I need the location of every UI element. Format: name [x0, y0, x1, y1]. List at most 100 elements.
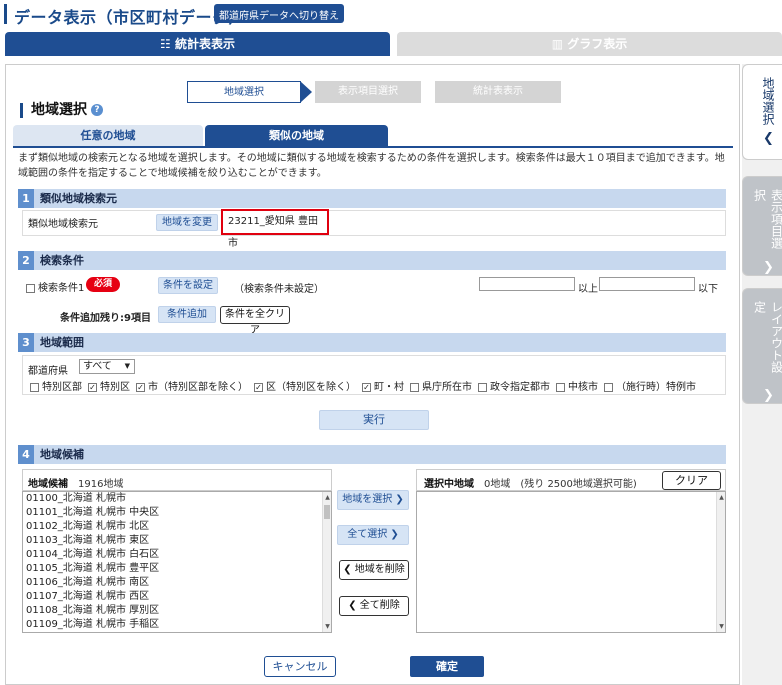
list-item[interactable]: 01100_北海道 札幌市: [23, 492, 331, 506]
checkbox[interactable]: [410, 382, 419, 392]
checkbox[interactable]: ✓: [88, 382, 97, 392]
bar-chart-icon: ▥: [551, 37, 568, 51]
selected-title: 選択中地域 0地域 (残り 2500地域選択可能): [424, 475, 637, 490]
area-type-check-item[interactable]: ✓ 町・村: [362, 382, 404, 393]
min-value-input[interactable]: [479, 277, 575, 291]
tab-table-label: 統計表表示: [174, 37, 235, 51]
side-tab-items[interactable]: 表示項目選択 ❯: [742, 176, 782, 276]
remaining-conditions: 条件追加残り:9項目: [60, 313, 151, 324]
scroll-down-icon[interactable]: ▼: [717, 623, 725, 630]
area-type-check-item[interactable]: ✓ 区（特別区を除く）: [254, 382, 356, 393]
checkbox[interactable]: [30, 382, 39, 392]
scroll-thumb[interactable]: [324, 505, 330, 519]
condition-status: （検索条件未設定）: [234, 284, 324, 295]
scroll-down-icon[interactable]: ▼: [323, 623, 331, 630]
area-type-check-item[interactable]: 特別区部: [30, 382, 82, 393]
tab-similar-area[interactable]: 類似の地域: [205, 125, 388, 146]
confirm-button[interactable]: 確定: [410, 656, 484, 677]
checkbox[interactable]: [604, 382, 613, 392]
selected-label: 選択中地域: [424, 479, 474, 490]
list-item[interactable]: 01106_北海道 札幌市 南区: [23, 576, 331, 590]
tab-graph-view[interactable]: ▥ グラフ表示: [397, 32, 782, 56]
side-tab-layout[interactable]: レイアウト設定 ❯: [742, 288, 782, 404]
area-type-check-item[interactable]: 中核市: [556, 382, 598, 393]
remove-all-button[interactable]: ❮ 全て削除: [339, 596, 409, 616]
title-accent-bar: [4, 4, 7, 24]
help-icon[interactable]: ?: [91, 104, 103, 116]
candidates-list[interactable]: 01100_北海道 札幌市 01101_北海道 札幌市 中央区 01102_北海道 …: [22, 491, 332, 633]
section-title: 地域選択?: [20, 103, 103, 118]
candidates-scrollbar[interactable]: ▲ ▼: [322, 492, 331, 632]
scroll-up-icon[interactable]: ▲: [323, 494, 331, 501]
cancel-button[interactable]: キャンセル: [264, 656, 336, 677]
area-type-checks: 特別区部 ✓ 特別区 ✓ 市（特別区部を除く） ✓ 区（特別区を除く） ✓ 町・村 県庁所在市 政令…: [30, 378, 702, 393]
section-4-header: 4 地域候補: [18, 445, 726, 464]
section-2-number: 2: [18, 251, 34, 270]
source-label: 類似地域検索元: [28, 219, 98, 230]
description-text: まず類似地域の検索元となる地域を選択します。その地域に類似する地域を検索するため…: [18, 153, 725, 179]
step-item-select: 表示項目選択: [315, 81, 421, 103]
chevron-right-icon: ❯: [390, 529, 399, 540]
main-panel: 地域選択 表示項目選択 統計表表示 地域選択? 任意の地域 類似の地域 まず類似…: [5, 64, 740, 685]
selected-count: 0地域 (残り 2500地域選択可能): [484, 479, 637, 490]
list-item[interactable]: 01108_北海道 札幌市 厚別区: [23, 604, 331, 618]
checkbox[interactable]: [556, 382, 565, 392]
area-type-check-label: 市（特別区部を除く）: [148, 382, 248, 393]
list-item[interactable]: 01110_北海道 札幌市 清田区: [23, 632, 331, 633]
step-indicator: 地域選択 表示項目選択 統計表表示: [187, 81, 567, 103]
remove-area-button[interactable]: ❮ 地域を削除: [339, 560, 409, 580]
area-type-check-item[interactable]: ✓ 市（特別区部を除く）: [136, 382, 248, 393]
clear-conditions-button[interactable]: 条件を全クリア: [220, 306, 290, 336]
condition-1-checkbox[interactable]: [26, 283, 35, 293]
candidates-title: 地域候補 1916地域: [28, 475, 123, 490]
tab-table-view[interactable]: ☷ 統計表表示: [5, 32, 390, 56]
step-table-view: 統計表表示: [435, 81, 561, 103]
checkbox[interactable]: ✓: [254, 382, 263, 392]
above-label: 以上: [578, 284, 598, 295]
page-header: データ表示（市区町村データ） 都道府県データへ切り替え: [0, 0, 782, 30]
side-tab-area[interactable]: 地域選択 ❮: [742, 64, 782, 160]
area-type-check-item[interactable]: （施行時）特例市: [604, 382, 696, 393]
chevron-left-icon: ❮: [343, 564, 352, 575]
chevron-right-icon: ❯: [395, 494, 404, 505]
add-condition-button[interactable]: 条件追加: [158, 306, 216, 323]
checkbox[interactable]: ✓: [136, 382, 145, 392]
clear-selected-button[interactable]: クリア: [662, 471, 721, 490]
section-2-header: 2 検索条件: [18, 251, 726, 270]
select-area-button[interactable]: 地域を選択 ❯: [337, 490, 409, 510]
list-item[interactable]: 01105_北海道 札幌市 豊平区: [23, 562, 331, 576]
condition-1-row: 検索条件1: [26, 279, 84, 294]
below-label: 以下: [698, 284, 718, 295]
checkbox[interactable]: ✓: [362, 382, 371, 392]
change-area-button[interactable]: 地域を変更: [156, 214, 218, 231]
required-badge: 必須: [86, 277, 120, 292]
chevron-down-icon: ▼: [124, 362, 130, 370]
selected-scrollbar[interactable]: ▲ ▼: [716, 492, 725, 632]
run-button[interactable]: 実行: [319, 410, 429, 430]
side-tab-items-label: 表示項目選択: [752, 189, 782, 249]
list-item[interactable]: 01107_北海道 札幌市 西区: [23, 590, 331, 604]
list-item[interactable]: 01101_北海道 札幌市 中央区: [23, 506, 331, 520]
tab-arbitrary-area[interactable]: 任意の地域: [13, 125, 203, 146]
scroll-up-icon[interactable]: ▲: [717, 494, 725, 501]
selected-list[interactable]: ▲ ▼: [416, 491, 726, 633]
section-3-title: 地域範囲: [40, 336, 84, 349]
chevron-right-icon: ❯: [763, 260, 774, 275]
area-type-check-label: 特別区部: [42, 382, 82, 393]
list-item[interactable]: 01103_北海道 札幌市 東区: [23, 534, 331, 548]
area-type-check-item[interactable]: 政令指定都市: [478, 382, 550, 393]
area-type-check-item[interactable]: ✓ 特別区: [88, 382, 130, 393]
max-value-input[interactable]: [599, 277, 695, 291]
right-side-panel: 地域選択 ❮ 表示項目選択 ❯ レイアウト設定 ❯: [742, 64, 782, 685]
set-condition-button[interactable]: 条件を設定: [158, 277, 218, 294]
remove-all-label: 全て削除: [359, 600, 400, 611]
list-item[interactable]: 01102_北海道 札幌市 北区: [23, 520, 331, 534]
tab-underline: [13, 146, 733, 148]
list-item[interactable]: 01109_北海道 札幌市 手稲区: [23, 618, 331, 632]
switch-to-prefecture-button[interactable]: 都道府県データへ切り替え: [214, 4, 344, 23]
area-type-check-item[interactable]: 県庁所在市: [410, 382, 472, 393]
list-item[interactable]: 01104_北海道 札幌市 白石区: [23, 548, 331, 562]
prefecture-select[interactable]: すべて ▼: [79, 359, 135, 374]
checkbox[interactable]: [478, 382, 487, 392]
select-all-button[interactable]: 全て選択 ❯: [337, 525, 409, 545]
